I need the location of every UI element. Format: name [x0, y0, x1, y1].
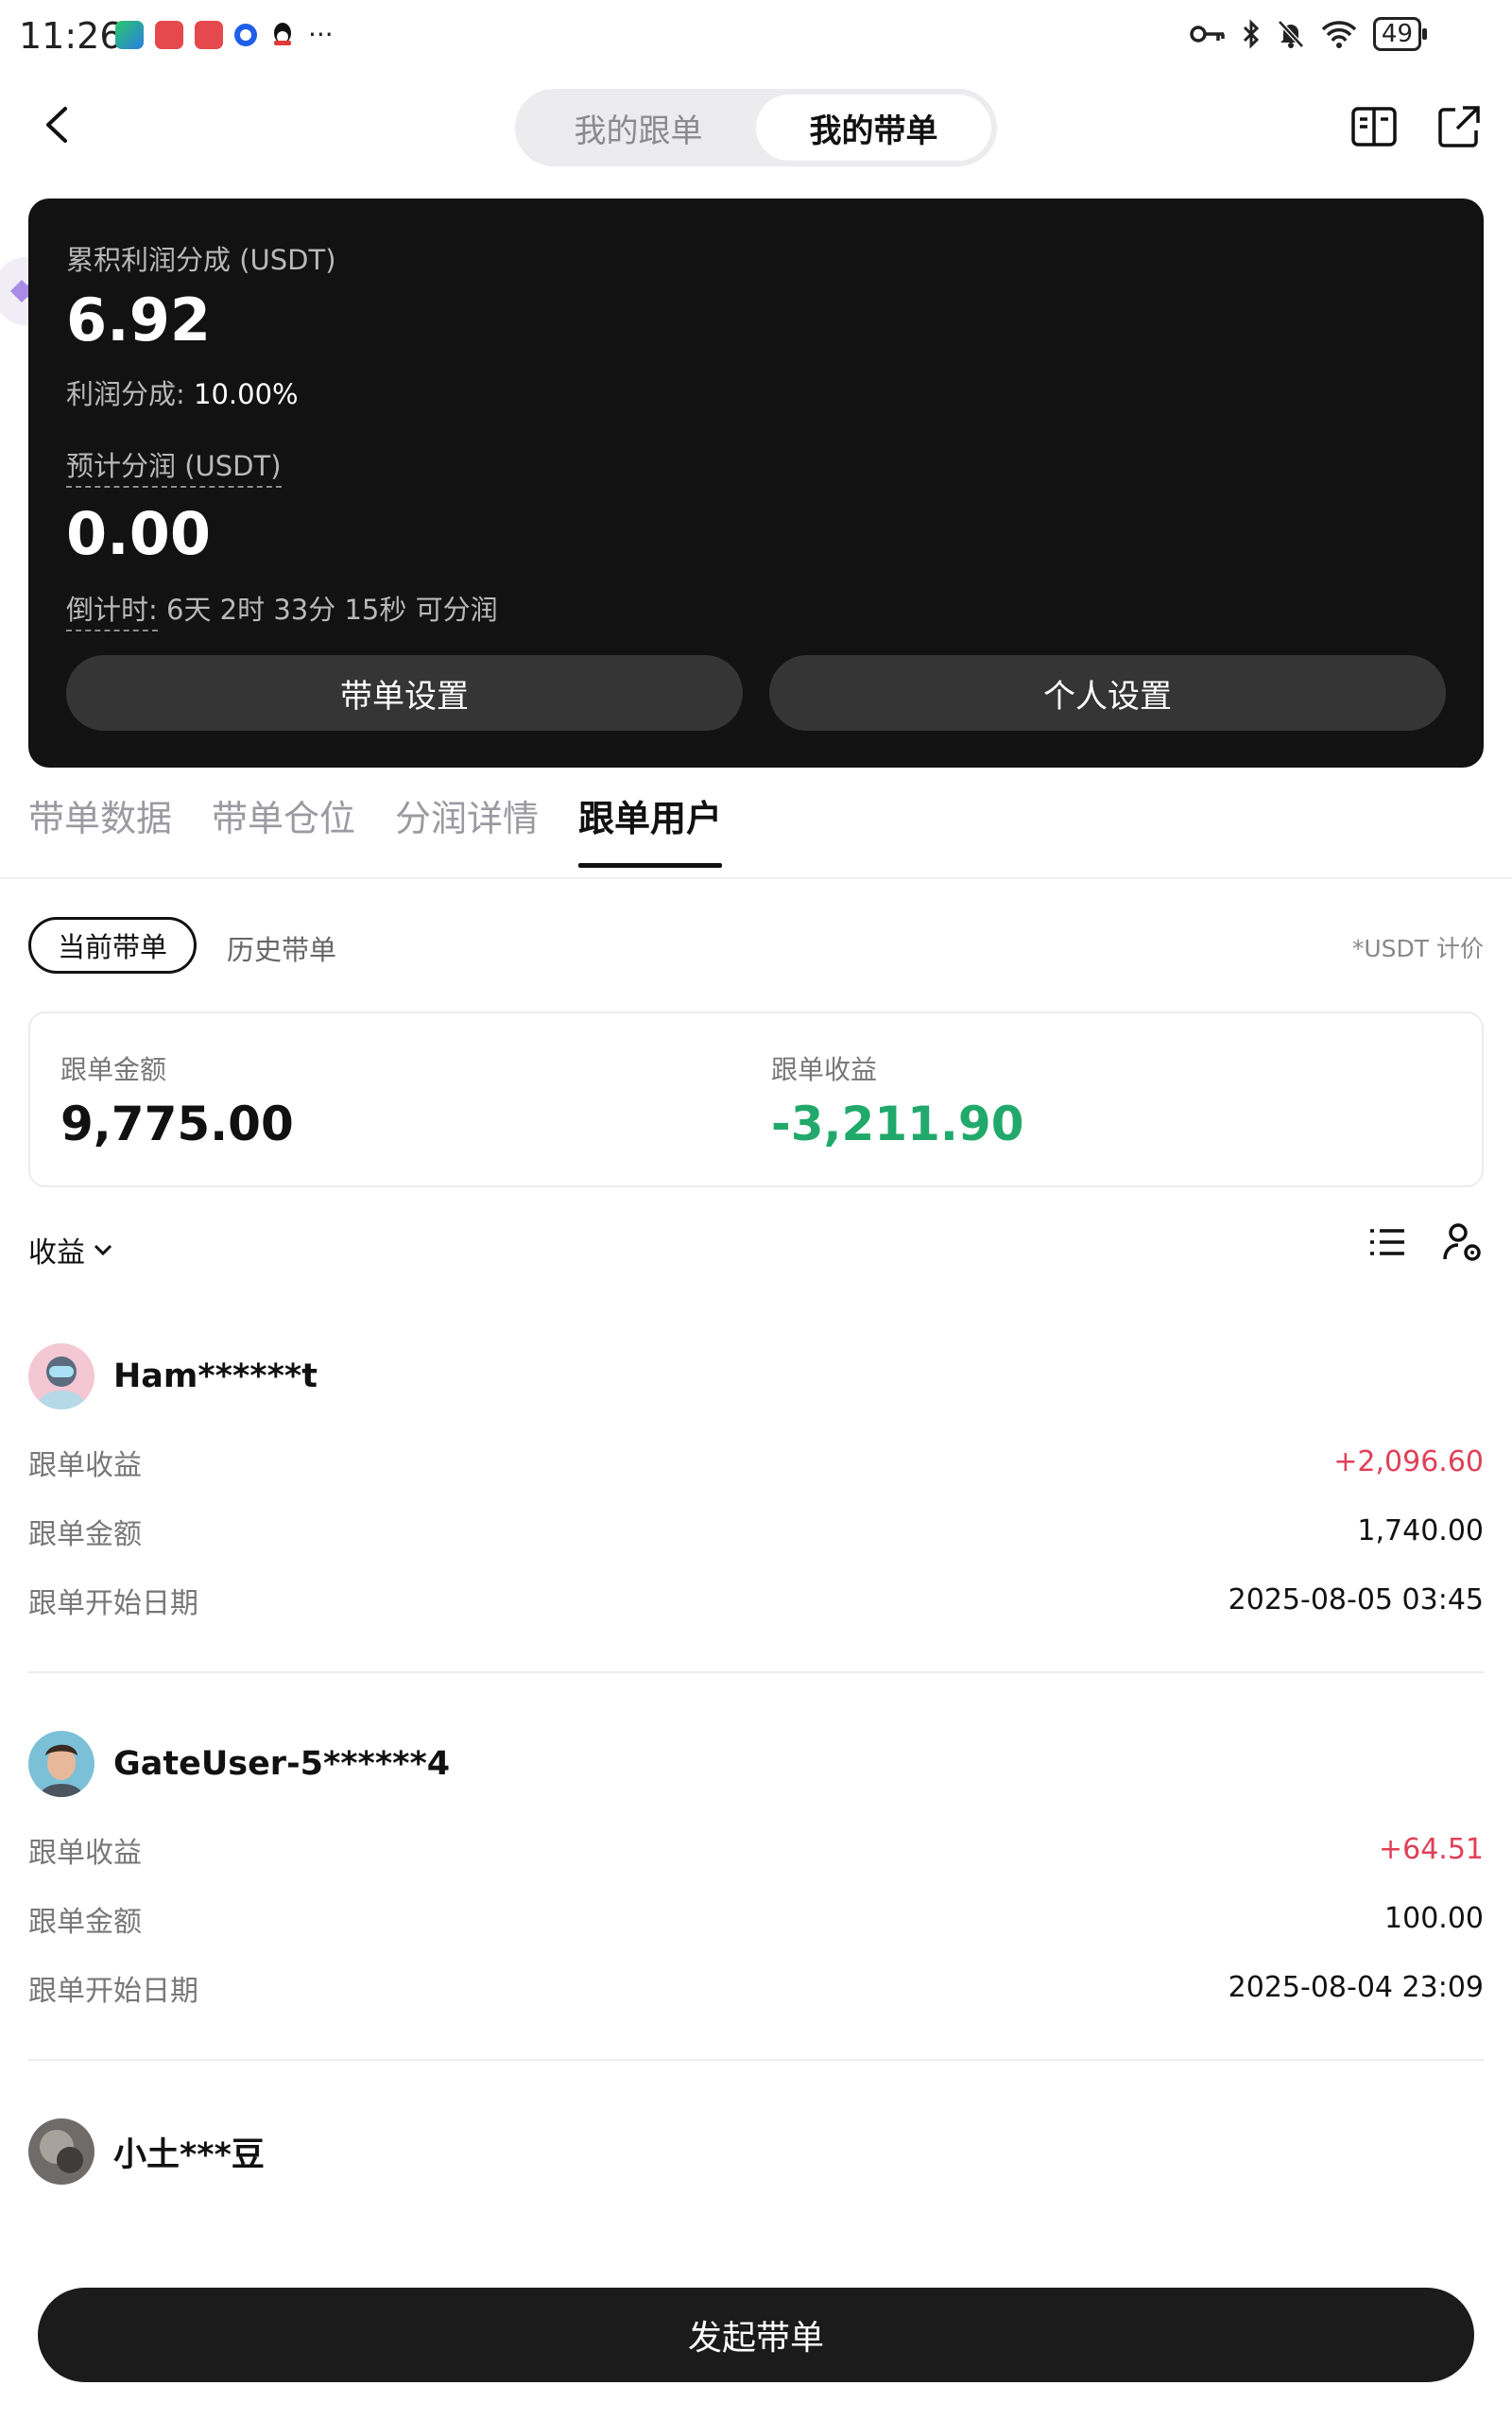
- follower-amount-row: 跟单金额 1,740.00: [28, 1496, 1484, 1565]
- follower-date-row: 跟单开始日期 2025-08-05 03:45: [28, 1565, 1484, 1634]
- follow-profit-value: -3,211.90: [771, 1097, 1024, 1151]
- mode-segmented-control: 我的跟单 我的带单: [515, 89, 997, 166]
- countdown-value: 6天 2时 33分 15秒 可分润: [166, 594, 498, 626]
- expected-share-value: 0.00: [66, 499, 211, 568]
- follower-amount-value: 1,740.00: [1357, 1514, 1484, 1547]
- countdown-label[interactable]: 倒计时:: [66, 594, 158, 631]
- list-view-icon[interactable]: [1366, 1221, 1408, 1263]
- avatar: [28, 1343, 94, 1409]
- status-indicators: 49: [1190, 17, 1428, 51]
- follow-amount-label: 跟单金额: [60, 1054, 167, 1085]
- user-settings-icon[interactable]: [1442, 1221, 1484, 1263]
- expected-share-label-text: 预计分润 (USDT): [66, 450, 282, 488]
- status-bar: 11:26 ··· 49: [0, 0, 1512, 76]
- list-tools: [1366, 1221, 1484, 1263]
- follower-date-row: 跟单开始日期 2025-08-04 23:09: [28, 1953, 1484, 2022]
- battery-indicator: 49: [1372, 17, 1428, 51]
- share-rate-label: 利润分成:: [66, 378, 185, 410]
- cumulative-share-label: 累积利润分成 (USDT): [66, 244, 336, 276]
- segment-my-lead[interactable]: 我的带单: [756, 95, 991, 161]
- follower-amount-label: 跟单金额: [28, 1905, 142, 1939]
- back-button[interactable]: [28, 96, 85, 153]
- share-rate-value: 10.00%: [194, 378, 299, 410]
- follower-date-label: 跟单开始日期: [28, 1586, 198, 1620]
- follower-amount-label: 跟单金额: [28, 1517, 142, 1551]
- follower-header: Ham******t: [28, 1342, 1484, 1410]
- bluetooth-icon: [1243, 19, 1260, 49]
- book-icon: [1351, 107, 1397, 147]
- follower-date-value: 2025-08-05 03:45: [1228, 1583, 1484, 1616]
- tabs-divider: [0, 877, 1512, 879]
- follow-profit-summary: 跟单收益 -3,211.90: [771, 1049, 1023, 1151]
- top-header: 我的跟单 我的带单: [0, 76, 1512, 180]
- usdt-pricing-note: *USDT 计价: [1351, 935, 1484, 962]
- lead-settings-button[interactable]: 带单设置: [66, 655, 743, 731]
- status-app-icons: ···: [115, 19, 334, 50]
- lead-tabs: 带单数据 带单仓位 分润详情 跟单用户: [28, 789, 723, 868]
- share-icon: [1438, 106, 1480, 147]
- follow-amount-value: 9,775.00: [60, 1097, 294, 1151]
- chevron-left-icon: [46, 107, 67, 143]
- tab-lead-data[interactable]: 带单数据: [28, 789, 172, 868]
- follower-header: GateUser-5******4: [28, 1730, 1484, 1798]
- follower-profit-row: 跟单收益 +64.51: [28, 1815, 1484, 1884]
- follower-header: 小土***豆: [28, 2118, 1484, 2186]
- follower-item[interactable]: 小土***豆: [28, 2118, 1484, 2186]
- status-time: 11:26: [19, 15, 123, 57]
- huawei-app-icon: [155, 20, 183, 49]
- start-lead-button[interactable]: 发起带单: [38, 2288, 1474, 2382]
- follow-summary-box: 跟单金额 9,775.00 跟单收益 -3,211.90: [28, 1011, 1484, 1187]
- follower-name: Ham******t: [113, 1357, 318, 1395]
- status-more: ···: [308, 19, 334, 50]
- list-fade-overlay: [0, 2203, 1512, 2288]
- follower-name: 小土***豆: [113, 2135, 265, 2174]
- share-rate-row: 利润分成: 10.00%: [66, 372, 299, 412]
- follower-profit-value: +2,096.60: [1333, 1445, 1484, 1478]
- filter-history-lead[interactable]: 历史带单: [227, 928, 336, 968]
- avatar: [28, 1731, 94, 1797]
- guide-button[interactable]: [1346, 98, 1402, 155]
- sort-label: 收益: [28, 1236, 85, 1270]
- follower-divider: [28, 1671, 1484, 1673]
- huawei-app-icon-2: [195, 20, 223, 49]
- video-app-icon: [115, 20, 144, 49]
- follower-date-value: 2025-08-04 23:09: [1228, 1971, 1484, 2004]
- follow-profit-label: 跟单收益: [771, 1054, 878, 1085]
- key-icon: [1190, 26, 1225, 43]
- follower-profit-value: +64.51: [1378, 1833, 1484, 1866]
- follow-amount-summary: 跟单金额 9,775.00: [60, 1049, 294, 1151]
- chevron-down-icon: [94, 1244, 112, 1256]
- expected-share-label[interactable]: 预计分润 (USDT): [66, 444, 282, 488]
- follower-amount-row: 跟单金额 100.00: [28, 1884, 1484, 1953]
- follower-item[interactable]: Ham******t 跟单收益 +2,096.60 跟单金额 1,740.00 …: [28, 1342, 1484, 1634]
- countdown-row: 倒计时: 6天 2时 33分 15秒 可分润: [66, 588, 498, 631]
- follower-profit-label: 跟单收益: [28, 1836, 142, 1870]
- filter-current-lead[interactable]: 当前带单: [28, 917, 198, 974]
- mute-bell-icon: [1278, 20, 1304, 48]
- follower-profit-label: 跟单收益: [28, 1448, 142, 1482]
- follower-item[interactable]: GateUser-5******4 跟单收益 +64.51 跟单金额 100.0…: [28, 1730, 1484, 2022]
- segment-my-follow[interactable]: 我的跟单: [521, 95, 756, 161]
- follower-name: GateUser-5******4: [113, 1745, 451, 1783]
- tab-followers[interactable]: 跟单用户: [578, 789, 723, 868]
- follower-profit-row: 跟单收益 +2,096.60: [28, 1427, 1484, 1496]
- share-button[interactable]: [1431, 98, 1487, 155]
- tab-lead-positions[interactable]: 带单仓位: [212, 789, 355, 868]
- personal-settings-button[interactable]: 个人设置: [769, 655, 1446, 731]
- profit-share-card: 累积利润分成 (USDT) 6.92 利润分成: 10.00% 预计分润 (US…: [28, 199, 1484, 768]
- follower-date-label: 跟单开始日期: [28, 1974, 198, 2008]
- avatar: [28, 2118, 94, 2185]
- tab-profit-share-details[interactable]: 分润详情: [395, 789, 539, 868]
- browser-app-icon: [234, 23, 257, 46]
- follower-divider: [28, 2059, 1484, 2061]
- follower-amount-value: 100.00: [1384, 1902, 1484, 1935]
- sort-dropdown[interactable]: 收益: [28, 1229, 113, 1270]
- wifi-icon: [1321, 21, 1357, 48]
- cumulative-share-value: 6.92: [66, 285, 211, 354]
- qq-icon: [274, 22, 291, 45]
